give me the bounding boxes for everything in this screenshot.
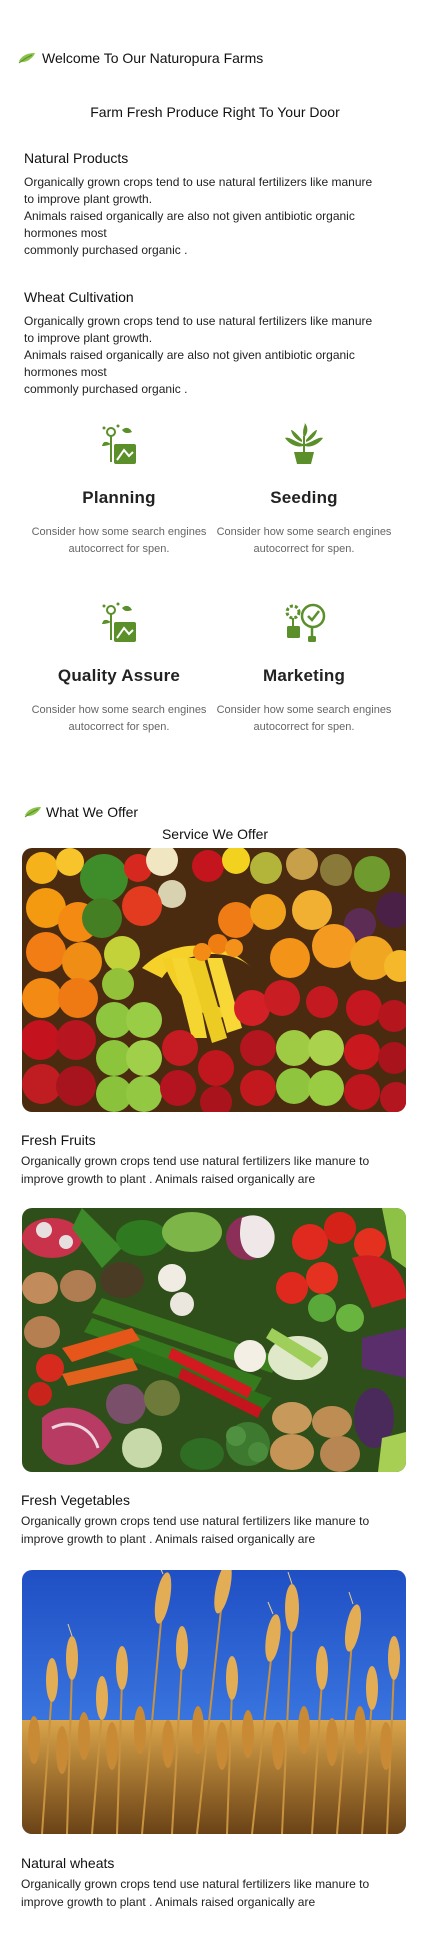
section-body: Organically grown crops tend to use natu… bbox=[24, 175, 373, 257]
card-title: Fresh Vegetables bbox=[21, 1492, 130, 1508]
card-title: Natural wheats bbox=[21, 1855, 115, 1871]
section-title: Wheat Cultivation bbox=[24, 289, 134, 305]
section-title: Natural Products bbox=[24, 150, 129, 166]
seedling-icon bbox=[285, 422, 323, 464]
leaf-icon bbox=[18, 53, 35, 64]
feature-marketing: Marketing Consider how some search engin… bbox=[209, 600, 399, 736]
feature-desc: Consider how some search engines autocor… bbox=[31, 526, 207, 555]
tagline: Farm Fresh Produce Right To Your Door bbox=[90, 104, 340, 120]
offer-heading: What We Offer bbox=[24, 804, 138, 820]
leaf-icon bbox=[24, 807, 41, 818]
quality-icon bbox=[102, 602, 136, 642]
card-desc: Organically grown crops tend use natural… bbox=[21, 1154, 370, 1186]
card-title: Fresh Fruits bbox=[21, 1132, 96, 1148]
section-wheat-cultivation: Wheat Cultivation Organically grown crop… bbox=[24, 289, 406, 398]
planning-icon bbox=[102, 424, 136, 464]
header-welcome: Welcome To Our Naturopura Farms bbox=[18, 50, 263, 66]
feature-desc: Consider how some search engines autocor… bbox=[31, 704, 207, 733]
feature-seeding: Seeding Consider how some search engines… bbox=[209, 422, 399, 558]
feature-desc: Consider how some search engines autocor… bbox=[216, 704, 392, 733]
wheat-image bbox=[22, 1570, 406, 1834]
feature-title: Seeding bbox=[270, 488, 338, 507]
feature-planning: Planning Consider how some search engine… bbox=[24, 422, 214, 558]
feature-title: Quality Assure bbox=[57, 666, 181, 685]
service-title: Service We Offer bbox=[161, 826, 269, 842]
fruits-image bbox=[22, 848, 406, 1112]
marketing-icon bbox=[285, 603, 326, 642]
card-desc: Organically grown crops tend use natural… bbox=[21, 1877, 370, 1909]
feature-title: Marketing bbox=[262, 666, 346, 685]
feature-desc: Consider how some search engines autocor… bbox=[216, 526, 392, 555]
card-desc: Organically grown crops tend use natural… bbox=[21, 1514, 370, 1546]
feature-title: Planning bbox=[82, 488, 156, 507]
vegetables-image bbox=[22, 1208, 406, 1472]
section-body: Organically grown crops tend to use natu… bbox=[24, 314, 373, 396]
section-natural-products: Natural Products Organically grown crops… bbox=[24, 150, 406, 259]
page-title: Welcome To Our Naturopura Farms bbox=[42, 50, 264, 66]
feature-quality-assure: Quality Assure Consider how some search … bbox=[24, 600, 214, 736]
offer-title: What We Offer bbox=[46, 804, 139, 820]
